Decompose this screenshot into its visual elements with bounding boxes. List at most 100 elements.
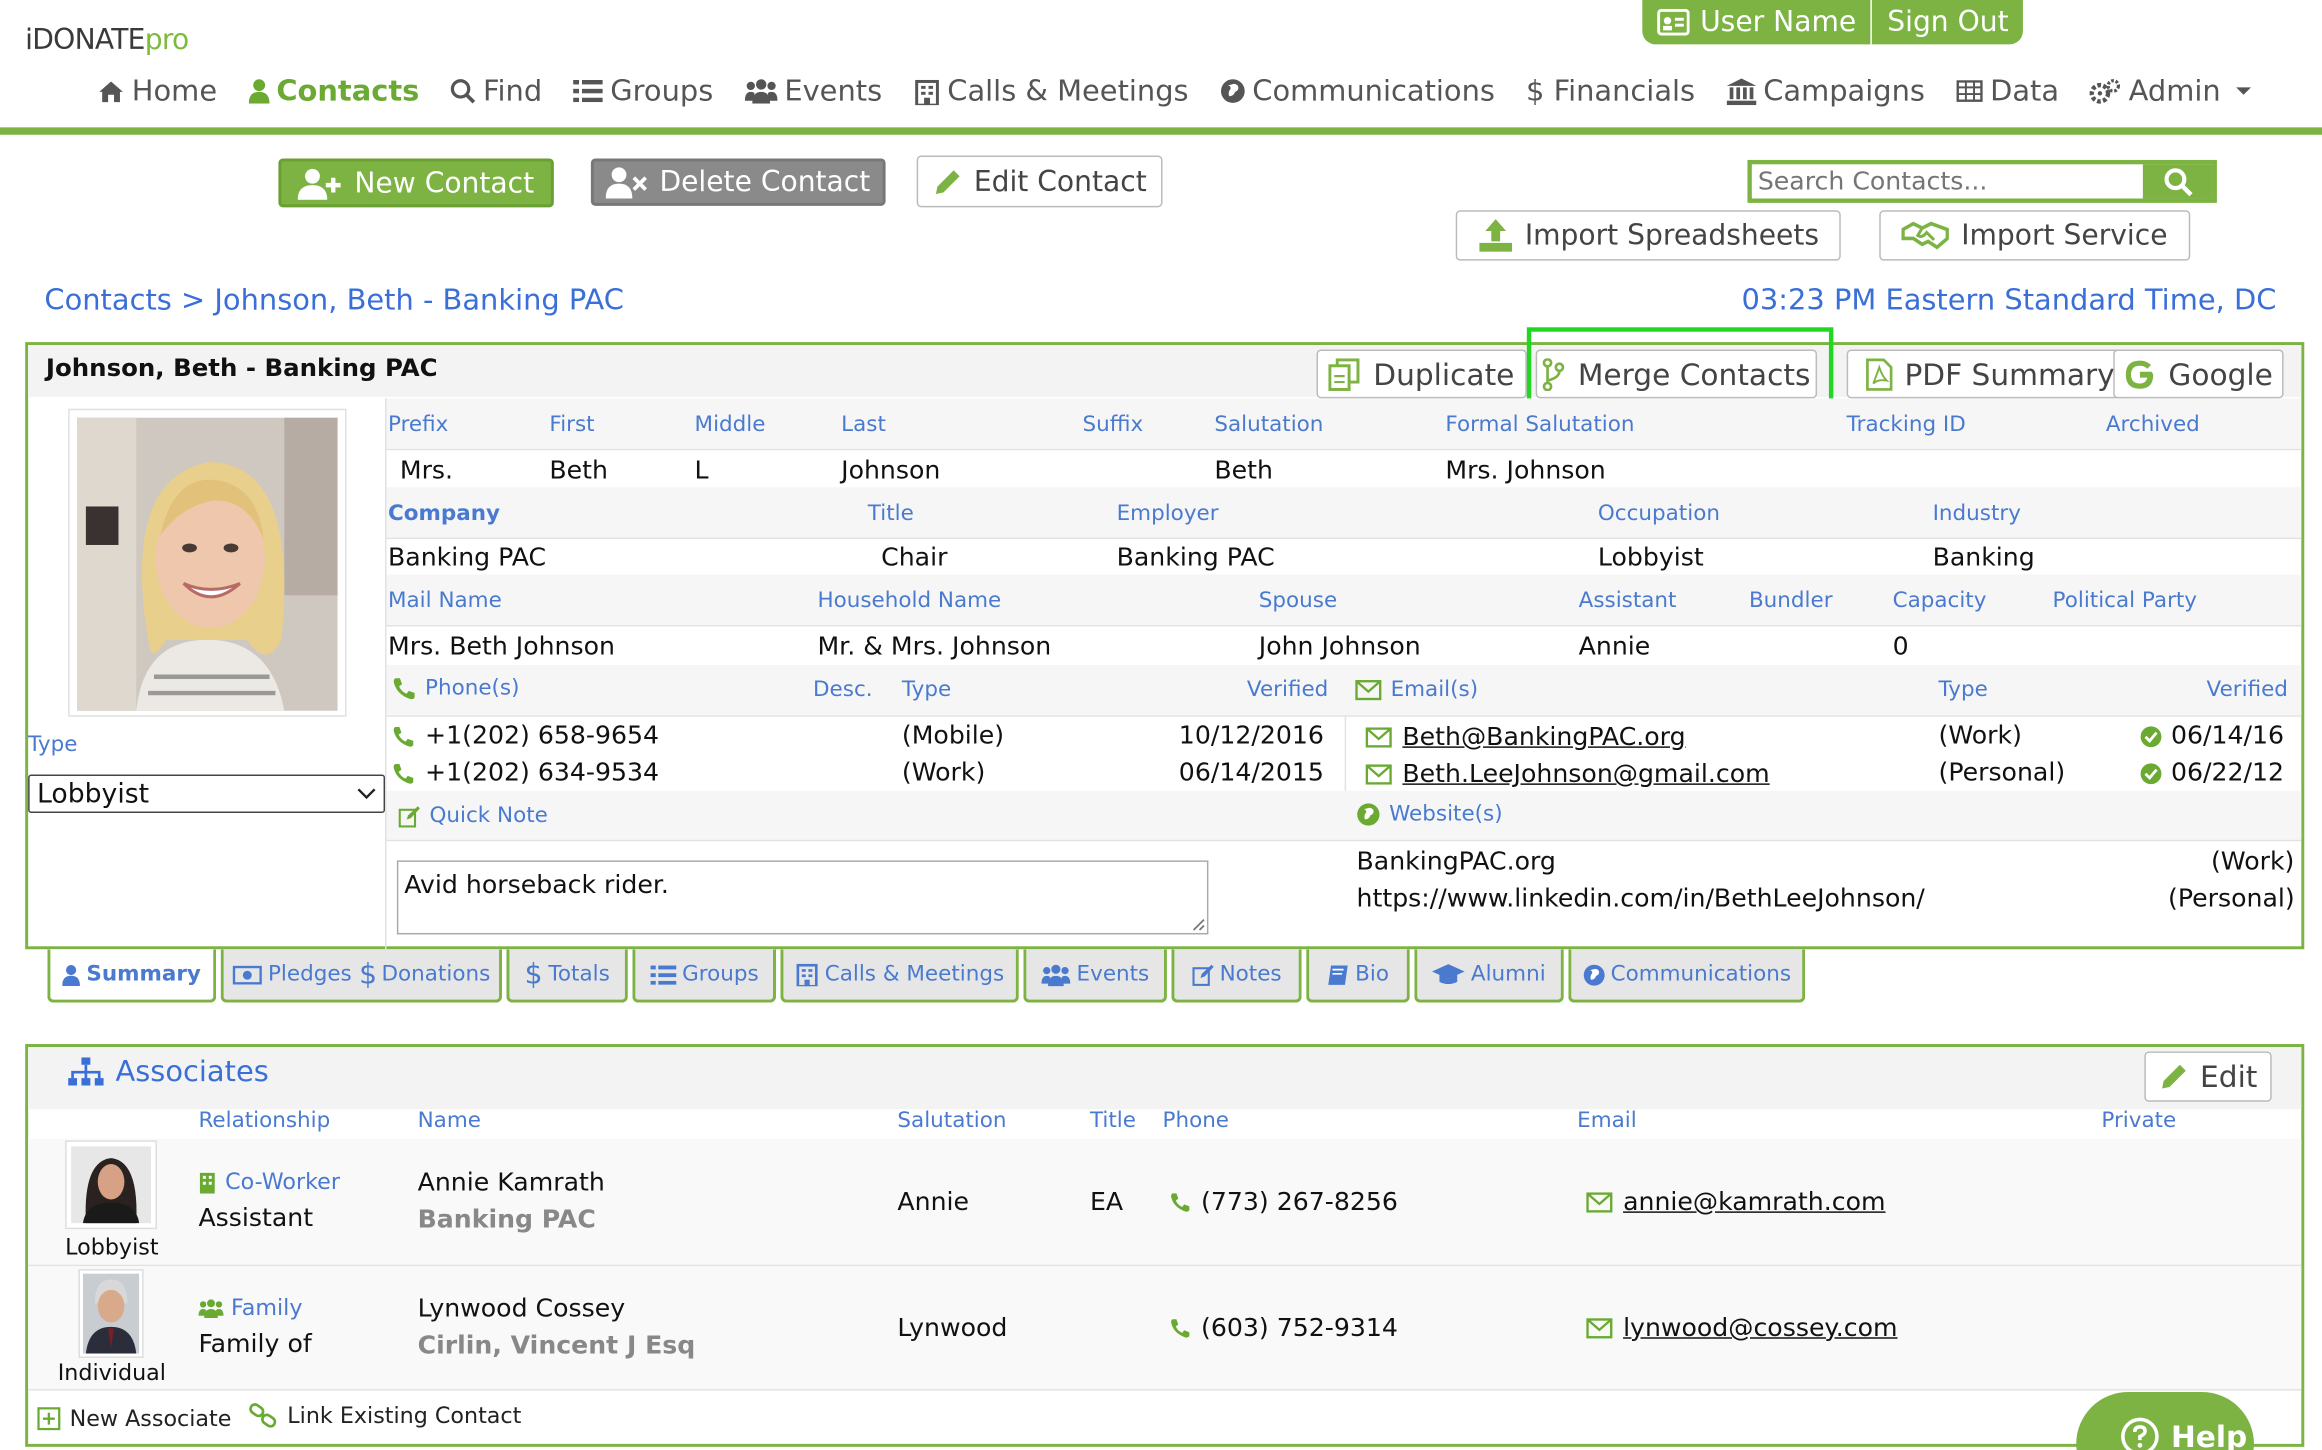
users-icon <box>198 1298 224 1318</box>
envelope-icon <box>1586 1318 1613 1339</box>
table-row[interactable] <box>28 1266 2302 1390</box>
associate-email-link[interactable]: lynwood@cossey.com <box>1623 1314 1897 1344</box>
tab-summary[interactable]: Summary <box>47 949 217 1003</box>
user-name-button[interactable]: User Name <box>1642 0 1871 44</box>
nav-calls-meetings[interactable]: Calls & Meetings <box>913 74 1189 108</box>
avatar[interactable] <box>65 1140 157 1230</box>
phone-icon <box>393 763 414 783</box>
search-button[interactable] <box>2142 164 2213 199</box>
tab-label: Notes <box>1219 962 1282 987</box>
capacity-label: Capacity <box>1892 589 1987 614</box>
help-button[interactable]: Help <box>2076 1392 2254 1450</box>
table-row[interactable] <box>28 1138 2302 1265</box>
tab-totals[interactable]: $ Totals <box>506 949 628 1003</box>
sign-out-button[interactable]: Sign Out <box>1872 0 2023 44</box>
pencil-icon <box>2161 1064 2186 1089</box>
delete-contact-button[interactable]: Delete Contact <box>590 158 886 206</box>
new-contact-button[interactable]: New Contact <box>278 158 554 208</box>
nav-groups[interactable]: Groups <box>573 74 713 108</box>
phone-verified: 10/12/2016 <box>1178 721 1324 751</box>
divider <box>386 624 2302 627</box>
google-button[interactable]: Google <box>2113 349 2284 399</box>
phone-type-label: Type <box>901 678 952 702</box>
tab-label: Totals <box>548 962 610 987</box>
search-input[interactable] <box>1751 164 2143 199</box>
app-logo[interactable]: iDONATEpro <box>25 24 189 57</box>
tab-calls-meetings[interactable]: Calls & Meetings <box>780 949 1019 1003</box>
chevron-down-icon <box>357 788 376 800</box>
nav-find[interactable]: Find <box>450 74 542 108</box>
edit-contact-button[interactable]: Edit Contact <box>916 155 1163 208</box>
website-link[interactable]: BankingPAC.org <box>1357 847 1556 877</box>
label-row-bg <box>386 398 2302 449</box>
breadcrumb-current[interactable]: Johnson, Beth - Banking PAC <box>214 283 623 317</box>
website-link[interactable]: https://www.linkedin.com/in/BethLeeJohns… <box>1357 884 1925 914</box>
tab-bio[interactable]: Bio <box>1306 949 1410 1003</box>
tab-notes[interactable]: Notes <box>1171 949 1302 1003</box>
nav-label: Data <box>1990 74 2060 109</box>
tab-groups[interactable]: Groups <box>632 949 776 1003</box>
resize-handle-icon[interactable] <box>1191 917 1206 932</box>
import-spreadsheets-button[interactable]: Import Spreadsheets <box>1455 210 1841 261</box>
gears-icon <box>2090 78 2121 103</box>
type-select[interactable]: Lobbyist <box>28 774 386 814</box>
first-value: Beth <box>549 456 609 486</box>
quick-note-textarea[interactable]: Avid horseback rider. <box>396 860 1209 935</box>
tab-pledges-donations[interactable]: Pledges $ Donations <box>220 949 503 1003</box>
label-row-bg <box>386 574 2302 625</box>
money-icon <box>232 965 262 984</box>
new-associate-link[interactable]: New Associate <box>37 1405 231 1432</box>
contact-photo <box>68 408 347 717</box>
link-existing-contact-link[interactable]: Link Existing Contact <box>249 1402 522 1429</box>
phone-type: (Work) <box>901 758 986 788</box>
associate-email-link[interactable]: annie@kamrath.com <box>1623 1188 1885 1218</box>
nav-home[interactable]: Home <box>98 74 217 108</box>
tab-label: Summary <box>86 962 201 987</box>
nav-admin[interactable]: Admin <box>2090 74 2259 108</box>
email-verified-date: 06/22/12 <box>2170 758 2285 788</box>
quick-note-header[interactable]: Quick Note <box>398 804 548 828</box>
email-header: Email <box>1577 1109 1637 1133</box>
nav-financials[interactable]: $ Financials <box>1526 74 1695 108</box>
associate-phone-number[interactable]: (603) 752-9314 <box>1201 1314 1398 1344</box>
websites-header: Website(s) <box>1357 803 1503 826</box>
avatar[interactable] <box>78 1269 144 1358</box>
question-circle-icon <box>2121 1417 2159 1450</box>
email-link[interactable]: Beth.LeeJohnson@gmail.com <box>1402 760 1769 790</box>
political-party-label: Political Party <box>2052 589 2198 614</box>
list-icon <box>650 964 676 985</box>
breadcrumb-contacts-link[interactable]: Contacts <box>44 283 171 317</box>
associate-phone-number[interactable]: (773) 267-8256 <box>1201 1188 1398 1218</box>
emails-label: Email(s) <box>1390 678 1479 702</box>
nav-communications[interactable]: Communications <box>1220 74 1495 108</box>
pdf-file-icon <box>1866 357 1893 391</box>
tab-events[interactable]: Events <box>1023 949 1167 1003</box>
email-row: Beth.LeeJohnson@gmail.com <box>1365 760 1770 790</box>
nav-data[interactable]: Data <box>1956 74 2059 108</box>
phone-number[interactable]: +1(202) 658-9654 <box>425 721 659 751</box>
tab-alumni[interactable]: Alumni <box>1414 949 1564 1003</box>
nav-campaigns[interactable]: Campaigns <box>1726 74 1925 108</box>
associate-name[interactable]: Lynwood Cossey <box>418 1294 626 1324</box>
import-service-button[interactable]: Import Service <box>1879 210 2191 261</box>
employer-value: Banking PAC <box>1116 543 1275 574</box>
duplicate-button[interactable]: Duplicate <box>1316 349 1527 399</box>
relationship-kind: Family <box>198 1294 303 1321</box>
nav-events[interactable]: Events <box>744 74 882 108</box>
associate-salutation: Lynwood <box>897 1313 1008 1344</box>
globe-icon <box>1357 803 1380 826</box>
id-card-icon <box>1657 8 1690 36</box>
main-nav: Home Contacts Find Groups Events Calls &… <box>98 74 2291 108</box>
tab-communications[interactable]: Communications <box>1568 949 1806 1003</box>
phone-number[interactable]: +1(202) 634-9534 <box>425 758 659 788</box>
associates-edit-button[interactable]: Edit <box>2144 1051 2272 1102</box>
user-name-label: User Name <box>1700 5 1857 39</box>
import-spreadsheets-label: Import Spreadsheets <box>1524 219 1820 252</box>
table-icon <box>1956 80 1983 102</box>
building-icon <box>199 1172 215 1193</box>
associate-name[interactable]: Annie Kamrath <box>418 1168 605 1198</box>
pdf-summary-button[interactable]: PDF Summary <box>1846 349 2134 399</box>
email-link[interactable]: Beth@BankingPAC.org <box>1402 723 1685 753</box>
nav-contacts[interactable]: Contacts <box>248 74 419 108</box>
duplicate-label: Duplicate <box>1373 356 1515 392</box>
